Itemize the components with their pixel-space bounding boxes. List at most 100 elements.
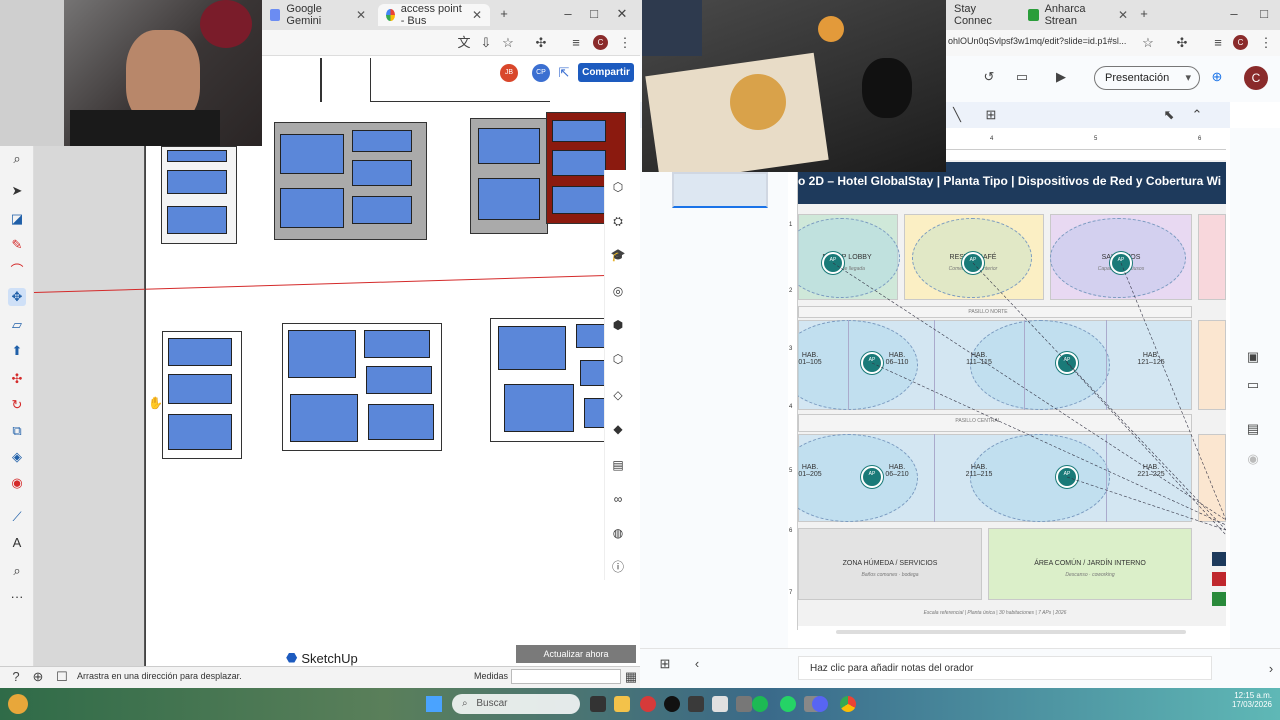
comments-icon[interactable]: ▭ bbox=[1013, 68, 1031, 86]
insert-comment-icon[interactable]: ⊞ bbox=[982, 106, 1000, 124]
close-tab-icon[interactable]: ✕ bbox=[1118, 8, 1128, 22]
maximize-icon[interactable]: □ bbox=[586, 6, 602, 22]
star-icon[interactable]: ☆ bbox=[500, 35, 516, 51]
text-tool-icon[interactable]: A bbox=[8, 534, 26, 552]
profile-avatar[interactable]: C bbox=[1233, 35, 1248, 50]
layers-icon[interactable]: ⬡ bbox=[609, 350, 627, 368]
browser-menu-icon[interactable]: ⋮ bbox=[1258, 35, 1274, 51]
display-icon[interactable]: ∞ bbox=[609, 490, 627, 508]
history-icon[interactable]: ↺ bbox=[980, 68, 998, 86]
cursor-share-icon[interactable]: ⇱ bbox=[556, 65, 572, 81]
whatsapp-icon[interactable] bbox=[780, 696, 796, 712]
tab-access-point-search[interactable]: access point - Bus ✕ bbox=[378, 3, 490, 27]
components-icon[interactable]: ⛭ bbox=[609, 212, 627, 230]
scale-tool-icon[interactable]: ⧉ bbox=[8, 422, 26, 440]
meet-icon[interactable]: ▶ bbox=[1052, 68, 1070, 86]
extensions-icon[interactable]: ✣ bbox=[533, 35, 549, 51]
styles-icon[interactable]: ⬢ bbox=[609, 316, 627, 334]
app-icon[interactable] bbox=[688, 696, 704, 712]
tab-google-gemini[interactable]: Google Gemini ✕ bbox=[262, 3, 374, 27]
share-button[interactable]: Compartir bbox=[578, 63, 634, 82]
select-tool-icon[interactable]: ➤ bbox=[8, 182, 26, 200]
solar-icon[interactable]: ◍ bbox=[609, 524, 627, 542]
move-tool-icon[interactable]: ✣ bbox=[8, 370, 26, 388]
tab-anharca[interactable]: Anharca Strean ✕ bbox=[1020, 3, 1136, 27]
pencil-tool-icon[interactable]: ✎ bbox=[8, 236, 26, 254]
profile-avatar[interactable]: C bbox=[593, 35, 608, 50]
app-icon[interactable] bbox=[664, 696, 680, 712]
tape-measure-icon[interactable]: ⟋ bbox=[8, 508, 26, 526]
playlist-icon[interactable]: ≡ bbox=[568, 35, 584, 51]
minimize-icon[interactable]: – bbox=[560, 6, 576, 22]
collapse-filmstrip-icon[interactable]: ‹ bbox=[688, 655, 706, 673]
zoom-tool-icon[interactable]: ⌕ bbox=[8, 562, 26, 580]
app-icon[interactable] bbox=[640, 696, 656, 712]
arc-tool-icon[interactable]: ⌒ bbox=[8, 262, 26, 280]
chevron-down-icon[interactable]: ▾ bbox=[1185, 67, 1191, 89]
measurements-input[interactable] bbox=[511, 669, 621, 684]
ap-link-line bbox=[832, 262, 1226, 521]
new-tab-icon[interactable]: + bbox=[1136, 6, 1152, 22]
tab-stay-connect[interactable]: Stay Connec bbox=[946, 3, 1020, 27]
update-now-button[interactable]: Actualizar ahora bbox=[516, 645, 636, 663]
measurements-icon[interactable]: ▦ bbox=[623, 669, 639, 685]
pan-tool-icon[interactable]: ✥ bbox=[8, 288, 26, 306]
url-text[interactable]: ohlOUn0qSvlpsf3w1mq/edit?slide=id.p1#sl.… bbox=[948, 36, 1126, 46]
info-icon[interactable]: ⓘ bbox=[609, 558, 627, 576]
entity-info-icon[interactable]: ⬡ bbox=[609, 178, 627, 196]
push-pull-tool-icon[interactable]: ⬆ bbox=[8, 342, 26, 360]
help-icon[interactable]: ? bbox=[8, 669, 24, 685]
windows-start-icon[interactable] bbox=[426, 696, 442, 712]
paint-panel-icon[interactable]: ◆ bbox=[609, 420, 627, 438]
folder-icon[interactable]: ▭ bbox=[1244, 376, 1262, 394]
chrome-icon[interactable] bbox=[840, 696, 856, 712]
slide-thumbnail-1[interactable] bbox=[672, 172, 768, 208]
paint-bucket-icon[interactable]: ◈ bbox=[8, 448, 26, 466]
collapse-icon[interactable]: ⌃ bbox=[1188, 106, 1206, 124]
share-person-icon[interactable]: ⊕ bbox=[1208, 68, 1226, 86]
file-explorer-icon[interactable] bbox=[614, 696, 630, 712]
orbit-tool-icon[interactable]: ◉ bbox=[8, 474, 26, 492]
minimize-icon[interactable]: – bbox=[1226, 6, 1242, 22]
tasks-icon[interactable]: ▤ bbox=[1244, 420, 1262, 438]
new-tab-icon[interactable]: + bbox=[496, 6, 512, 22]
expand-panel-icon[interactable]: › bbox=[1262, 660, 1280, 678]
translate-icon[interactable]: 文 bbox=[456, 35, 472, 51]
taskbar-clock[interactable]: 12:15 a.m. 17/03/2026 bbox=[1206, 691, 1272, 709]
close-window-icon[interactable]: ✕ bbox=[614, 6, 630, 22]
taskbar-search[interactable]: ⌕ Buscar bbox=[452, 694, 580, 714]
rectangle-tool-icon[interactable]: ▱ bbox=[8, 316, 26, 334]
playlist-icon[interactable]: ≡ bbox=[1210, 35, 1226, 51]
spotify-icon[interactable] bbox=[752, 696, 768, 712]
close-tab-icon[interactable]: ✕ bbox=[472, 8, 482, 22]
extensions-icon[interactable]: ✣ bbox=[1174, 35, 1190, 51]
materials-icon[interactable]: ◎ bbox=[609, 282, 627, 300]
instructor-icon[interactable]: 🎓 bbox=[609, 246, 627, 264]
search-icon[interactable]: ⌕ bbox=[8, 150, 26, 168]
close-tab-icon[interactable]: ✕ bbox=[356, 8, 366, 22]
install-icon[interactable]: ⇩ bbox=[478, 35, 494, 51]
discord-icon[interactable] bbox=[812, 696, 828, 712]
keep-icon[interactable]: ▣ bbox=[1244, 348, 1262, 366]
geo-location-icon[interactable]: ⊕ bbox=[30, 669, 46, 685]
model-edge-line bbox=[145, 146, 146, 666]
record-icon[interactable]: ◉ bbox=[1244, 450, 1262, 468]
task-view-icon[interactable] bbox=[590, 696, 606, 712]
maximize-icon[interactable]: □ bbox=[1256, 6, 1272, 22]
eraser-panel-icon[interactable]: ◇ bbox=[609, 386, 627, 404]
horizontal-scrollbar[interactable] bbox=[836, 630, 1186, 634]
present-button[interactable]: Presentación ▾ bbox=[1094, 66, 1200, 90]
user-avatar[interactable]: C bbox=[1244, 66, 1268, 90]
star-icon[interactable]: ☆ bbox=[1140, 35, 1156, 51]
select-arrow-icon[interactable]: ⬉ bbox=[1160, 106, 1178, 124]
app-icon[interactable] bbox=[712, 696, 728, 712]
rotate-tool-icon[interactable]: ↻ bbox=[8, 396, 26, 414]
more-tools-icon[interactable]: ··· bbox=[8, 588, 26, 606]
scenes-icon[interactable]: ▤ bbox=[609, 456, 627, 474]
browser-menu-icon[interactable]: ⋮ bbox=[617, 35, 633, 51]
eraser-tool-icon[interactable]: ◪ bbox=[8, 210, 26, 228]
line-tool-icon[interactable]: ╲ bbox=[948, 106, 966, 124]
app-icon[interactable] bbox=[736, 696, 752, 712]
weather-icon[interactable] bbox=[8, 694, 28, 714]
grid-view-icon[interactable]: ⊞ bbox=[656, 655, 674, 673]
